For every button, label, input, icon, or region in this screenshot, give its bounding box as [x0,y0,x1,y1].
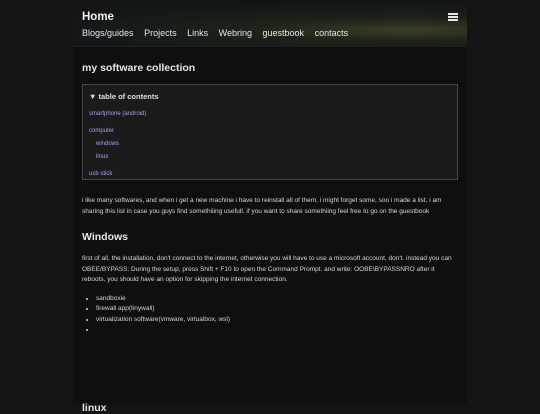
toc-toggle[interactable]: ▼ table of contents [89,92,159,101]
toc-link-usb-stick[interactable]: usb stick [89,171,112,177]
page-container: Home Blogs/guides Projects Links Webring… [73,6,467,414]
page-title: my software collection [82,62,196,74]
toc-link-windows[interactable]: windows [96,141,119,147]
hamburger-menu-icon[interactable] [448,13,458,21]
main-nav: Blogs/guides Projects Links Webring gues… [82,28,356,38]
list-item [96,325,458,336]
home-link[interactable]: Home [82,11,114,23]
nav-links[interactable]: Links [187,28,208,38]
windows-software-list: sandboxie firewall app(tinywall) virtual… [82,294,458,336]
intro-paragraph: i like many softwares, and when i get a … [82,197,442,215]
list-item: firewall app(tinywall) [96,304,458,315]
site-header: Home Blogs/guides Projects Links Webring… [73,6,467,47]
linux-heading: linux [82,402,107,414]
nav-blogs-guides[interactable]: Blogs/guides [82,28,134,38]
toc-link-smartphone[interactable]: smartphone (android) [89,111,146,117]
table-of-contents: ▼ table of contents smartphone (android)… [82,84,458,180]
toc-link-linux[interactable]: linux [96,154,108,160]
main-content: my software collection ▼ table of conten… [82,62,458,414]
windows-heading: Windows [82,231,128,243]
toc-link-computer[interactable]: computer [89,128,114,134]
list-item: sandboxie [96,294,458,305]
nav-contacts[interactable]: contacts [315,28,349,38]
list-item: virtualization software(vmware, virtualb… [96,315,458,326]
nav-projects[interactable]: Projects [144,28,177,38]
nav-webring[interactable]: Webring [219,28,252,38]
windows-paragraph: first of all, the installation, don't co… [82,255,452,283]
nav-guestbook[interactable]: guestbook [263,28,305,38]
